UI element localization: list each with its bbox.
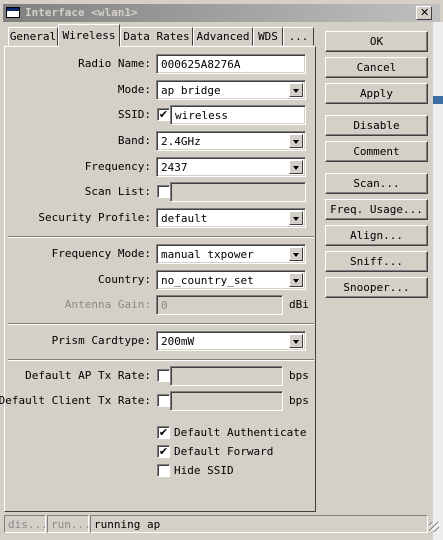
apply-button[interactable]: Apply — [325, 83, 428, 104]
sniff-button[interactable]: Sniff... — [325, 251, 428, 272]
default-ap-tx-rate-input[interactable] — [170, 366, 283, 386]
default-client-tx-rate-input[interactable] — [170, 391, 283, 411]
scan-list-input[interactable] — [170, 182, 306, 202]
status-segment-3: running ap — [90, 515, 428, 533]
chevron-down-icon[interactable] — [289, 273, 303, 287]
mode-select[interactable]: ap bridge — [156, 80, 306, 100]
antenna-gain-label: Antenna Gain: — [64, 298, 151, 311]
antenna-gain-input[interactable]: 0 — [156, 295, 283, 315]
separator — [8, 236, 314, 238]
default-client-tx-rate-label: Default Client Tx Rate: — [0, 394, 151, 407]
country-label: Country: — [98, 273, 151, 286]
scan-list-label: Scan List: — [84, 185, 151, 198]
ssid-input[interactable]: wireless — [170, 105, 306, 125]
radio-name-input[interactable]: 000625A8276A — [156, 54, 306, 74]
resize-grip[interactable] — [429, 522, 439, 532]
ssid-label: SSID: — [117, 108, 151, 121]
frequency-select[interactable]: 2437 — [156, 157, 306, 177]
chevron-down-icon[interactable] — [289, 83, 303, 97]
radio-name-label: Radio Name: — [78, 57, 151, 70]
comment-button[interactable]: Comment — [325, 141, 428, 162]
status-segment-1: dis... — [4, 515, 48, 533]
ssid-checkbox[interactable]: ✔ — [157, 108, 170, 121]
chevron-down-icon[interactable] — [289, 334, 303, 348]
default-authenticate-checkbox[interactable]: ✔ — [157, 426, 170, 439]
default-client-tx-rate-checkbox[interactable] — [157, 394, 170, 407]
country-select[interactable]: no_country_set — [156, 270, 306, 290]
default-ap-tx-rate-label: Default AP Tx Rate: — [25, 369, 151, 382]
default-client-tx-rate-unit: bps — [289, 394, 309, 407]
disable-button[interactable]: Disable — [325, 115, 428, 136]
hide-ssid-label: Hide SSID — [174, 464, 234, 477]
frequency-label: Frequency: — [84, 160, 151, 173]
antenna-gain-unit: dBi — [289, 298, 309, 311]
prism-cardtype-select[interactable]: 200mW — [156, 331, 306, 351]
separator — [8, 323, 314, 325]
security-profile-label: Security Profile: — [38, 211, 151, 224]
default-ap-tx-rate-unit: bps — [289, 369, 309, 382]
frequency-mode-label: Frequency Mode: — [51, 247, 151, 260]
default-authenticate-label: Default Authenticate — [174, 426, 307, 439]
security-profile-select[interactable]: default — [156, 208, 306, 228]
frequency-mode-select[interactable]: manual txpower — [156, 244, 306, 264]
align-button[interactable]: Align... — [325, 225, 428, 246]
cancel-button[interactable]: Cancel — [325, 57, 428, 78]
scan-button[interactable]: Scan... — [325, 173, 428, 194]
snooper-button[interactable]: Snooper... — [325, 277, 428, 298]
default-ap-tx-rate-checkbox[interactable] — [157, 369, 170, 382]
default-forward-label: Default Forward — [174, 445, 274, 458]
freq-usage-button[interactable]: Freq. Usage... — [325, 199, 428, 220]
band-select[interactable]: 2.4GHz — [156, 131, 306, 151]
hide-ssid-checkbox[interactable] — [157, 464, 170, 477]
default-forward-checkbox[interactable]: ✔ — [157, 445, 170, 458]
chevron-down-icon[interactable] — [289, 160, 303, 174]
status-segment-2: run... — [47, 515, 91, 533]
band-label: Band: — [117, 134, 151, 147]
chevron-down-icon[interactable] — [289, 211, 303, 225]
scan-list-checkbox[interactable] — [157, 185, 170, 198]
chevron-down-icon[interactable] — [289, 134, 303, 148]
ok-button[interactable]: OK — [325, 31, 428, 52]
separator — [8, 359, 314, 361]
chevron-down-icon[interactable] — [289, 247, 303, 261]
prism-cardtype-label: Prism Cardtype: — [51, 334, 151, 347]
mode-label: Mode: — [117, 83, 151, 96]
